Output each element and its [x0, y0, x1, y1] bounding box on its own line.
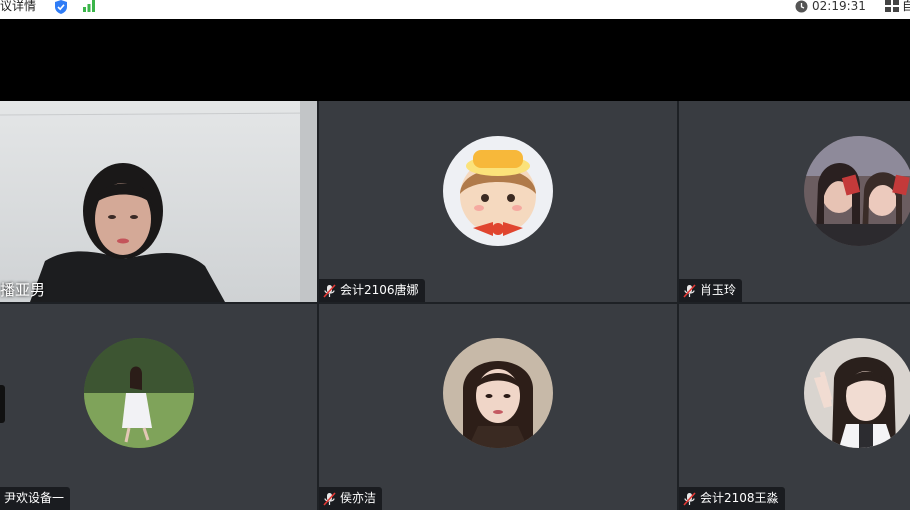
participant-grid: 播亚男 会计2106唐娜 肖玉玲 尹欢设备一 侯亦洁 会计2108王淼 [0, 101, 910, 510]
photo-avatar-image [443, 338, 553, 448]
layout-label[interactable]: 自 [902, 0, 910, 12]
avatar [804, 338, 910, 448]
avatar [804, 136, 910, 246]
photo-avatar-image [84, 338, 194, 448]
participant-tile[interactable]: 尹欢设备一 [0, 304, 317, 510]
participant-name-label: 肖玉玲 [679, 279, 743, 302]
meeting-details-link[interactable]: 议详情 [0, 0, 36, 13]
network-signal-icon[interactable] [82, 0, 96, 12]
layout-grid-icon[interactable] [885, 0, 899, 12]
top-status-bar: 议详情 02:19:31 自 [0, 0, 910, 19]
mic-muted-icon [683, 491, 696, 506]
participant-tile[interactable]: 会计2108王淼 [679, 304, 910, 510]
video-top-band [0, 19, 910, 101]
participant-name-label: 会计2108王淼 [679, 487, 785, 510]
side-panel-toggle[interactable] [0, 385, 5, 423]
participant-name-label: 侯亦洁 [319, 487, 383, 510]
mic-muted-icon [683, 283, 696, 298]
participant-tile[interactable]: 会计2106唐娜 [319, 101, 677, 302]
avatar [84, 338, 194, 448]
participant-tile-video[interactable]: 播亚男 [0, 101, 317, 302]
clock-icon [795, 0, 808, 13]
avatar [443, 338, 553, 448]
photo-avatar-image [804, 338, 910, 448]
avatar [443, 136, 553, 246]
mic-muted-icon [323, 491, 336, 506]
photo-avatar-image [804, 136, 910, 246]
security-shield-icon[interactable] [54, 0, 68, 14]
cartoon-avatar-image [443, 136, 553, 246]
participant-name-label: 会计2106唐娜 [319, 279, 425, 302]
participant-name-label: 尹欢设备一 [0, 487, 71, 510]
participant-tile[interactable]: 侯亦洁 [319, 304, 677, 510]
meeting-duration: 02:19:31 [812, 0, 866, 13]
participant-video-feed [0, 101, 317, 302]
mic-muted-icon [323, 283, 336, 298]
participant-name-label: 播亚男 [0, 281, 46, 299]
participant-tile[interactable]: 肖玉玲 [679, 101, 910, 302]
